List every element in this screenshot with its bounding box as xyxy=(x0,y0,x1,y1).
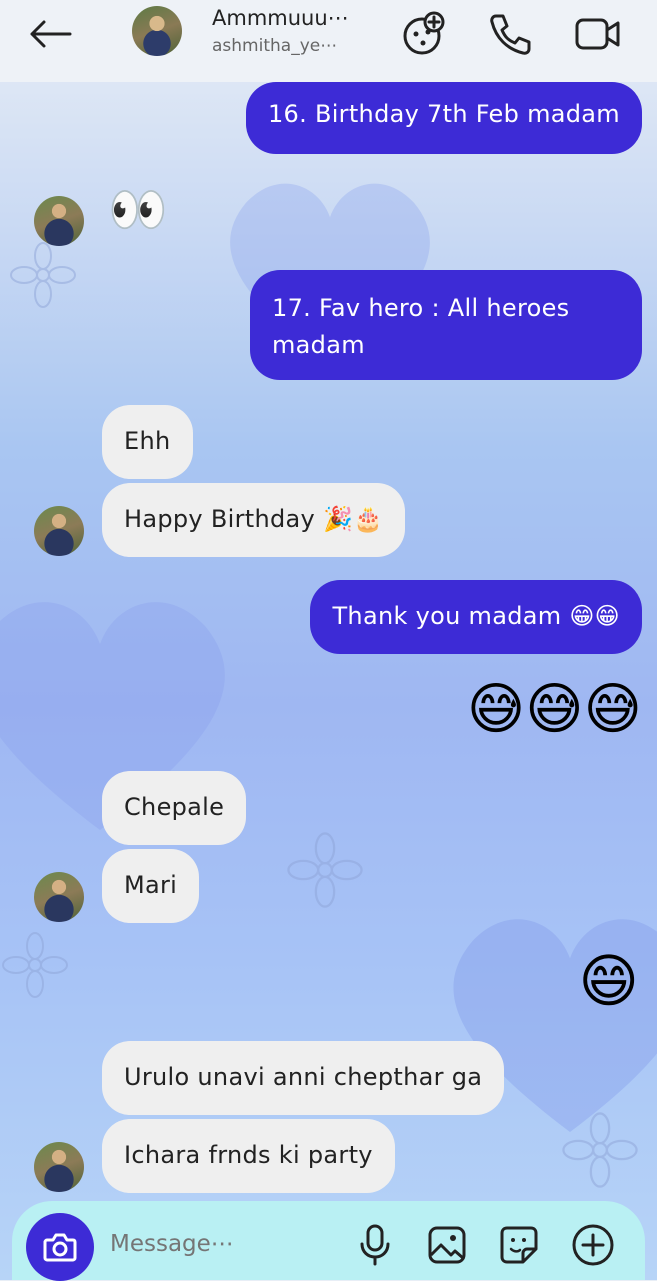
voice-call-button[interactable] xyxy=(486,10,534,58)
message-text: Happy Birthday 🎉🎂 xyxy=(124,505,384,533)
plus-circle-icon xyxy=(572,1224,614,1266)
background-flower xyxy=(562,1112,638,1188)
message-incoming[interactable]: Happy Birthday 🎉🎂 xyxy=(102,483,406,557)
camera-icon xyxy=(43,1233,77,1262)
message-text: madam xyxy=(272,331,365,359)
message-incoming[interactable]: Chepale xyxy=(102,771,247,845)
message-incoming[interactable]: Mari xyxy=(102,849,200,923)
message-outgoing[interactable]: Thank you madam 😁😁 xyxy=(310,580,642,654)
arrow-left-icon xyxy=(30,20,72,48)
message-incoming[interactable]: Ichara frnds ki party xyxy=(102,1119,395,1193)
effects-icon xyxy=(403,11,445,55)
sticker-button[interactable] xyxy=(496,1222,542,1268)
sender-avatar[interactable] xyxy=(34,196,84,246)
message-text: Ehh xyxy=(124,427,171,455)
message-text: Chepale xyxy=(124,793,225,821)
sender-avatar[interactable] xyxy=(34,872,84,922)
image-icon xyxy=(428,1226,466,1264)
chat-header: Ammmuuu⋯ ashmitha_ye⋯ xyxy=(0,0,657,82)
phone-icon xyxy=(490,14,531,55)
background-flower xyxy=(10,242,76,308)
video-call-button[interactable] xyxy=(574,10,622,58)
message-text: Mari xyxy=(124,871,178,899)
contact-name[interactable]: Ammmuuu⋯ xyxy=(212,6,349,30)
sticker-icon xyxy=(500,1226,538,1264)
message-incoming[interactable]: Ehh xyxy=(102,405,193,479)
sender-avatar[interactable] xyxy=(34,506,84,556)
message-emoji[interactable]: 😅😅😅 xyxy=(467,682,642,738)
message-incoming[interactable]: Urulo unavi anni chepthar ga xyxy=(102,1041,505,1115)
back-button[interactable] xyxy=(26,14,74,54)
message-text: Ichara frnds ki party xyxy=(124,1141,373,1169)
background-flower xyxy=(2,932,68,998)
more-options-button[interactable] xyxy=(570,1222,616,1268)
message-text: Thank you madam 😁😁 xyxy=(332,602,620,630)
camera-button[interactable] xyxy=(26,1213,94,1281)
message-emoji[interactable]: 😄 xyxy=(579,952,639,1010)
contact-username[interactable]: ashmitha_ye⋯ xyxy=(212,36,337,56)
microphone-icon xyxy=(360,1224,390,1266)
message-input[interactable] xyxy=(110,1226,330,1262)
contact-avatar[interactable] xyxy=(132,6,182,56)
message-text: 16. Birthday 7th Feb madam xyxy=(267,100,620,128)
sender-avatar[interactable] xyxy=(34,1142,84,1192)
gallery-button[interactable] xyxy=(424,1222,470,1268)
message-outgoing[interactable]: 17. Fav hero : All heroes madam xyxy=(250,270,642,380)
effects-button[interactable] xyxy=(400,10,448,58)
message-text: Urulo unavi anni chepthar ga xyxy=(124,1063,483,1091)
message-outgoing[interactable]: 16. Birthday 7th Feb madam xyxy=(245,82,642,154)
message-text: 17. Fav hero : All heroes xyxy=(272,294,570,322)
voice-message-button[interactable] xyxy=(352,1222,398,1268)
video-camera-icon xyxy=(575,18,620,50)
message-emoji[interactable]: 👀 xyxy=(108,186,168,234)
background-flower xyxy=(287,832,363,908)
